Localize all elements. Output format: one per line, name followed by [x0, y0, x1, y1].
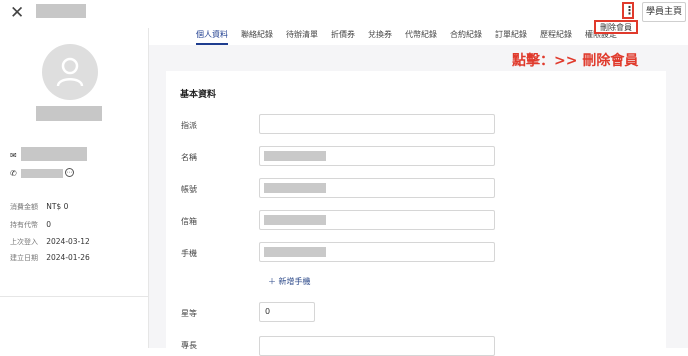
stat-value: 2024-01-26	[46, 253, 90, 262]
tab-token-log[interactable]: 代幣紀錄	[405, 27, 437, 45]
avatar	[42, 44, 98, 100]
phone-label: 手機	[181, 249, 197, 258]
member-name-redacted	[36, 106, 102, 121]
stat-spent: 消費金額 NT$ 0	[10, 202, 68, 212]
name-label: 名稱	[181, 153, 197, 162]
tab-order-log[interactable]: 訂單紀錄	[495, 27, 527, 45]
member-phone-redacted	[21, 169, 63, 178]
member-title-redacted	[36, 4, 86, 18]
tab-bar: 個人資料 聯絡紀錄 待辦清單 折價券 兌換券 代幣紀錄 合約紀錄 訂單紀錄 歷程…	[196, 27, 630, 45]
star-label: 星等	[181, 309, 197, 318]
tab-voucher[interactable]: 兌換券	[368, 27, 392, 45]
stat-value: 2024-03-12	[46, 237, 90, 246]
specialty-field[interactable]	[259, 336, 495, 356]
star-field[interactable]: 0	[259, 302, 315, 322]
close-icon[interactable]: ✕	[10, 3, 24, 23]
stat-label: 持有代幣	[10, 221, 38, 229]
assign-label: 指派	[181, 121, 197, 130]
stat-label: 消費金額	[10, 203, 38, 211]
stat-value: NT$ 0	[46, 202, 69, 211]
account-field[interactable]	[259, 178, 495, 198]
instruction-annotation: 點擊：>> 刪除會員	[512, 53, 639, 69]
stat-last-login: 上次登入 2024-03-12	[10, 237, 90, 247]
phone-field[interactable]	[259, 242, 495, 262]
email-value-redacted	[264, 215, 326, 225]
sidebar-divider	[0, 296, 148, 297]
stat-value: 0	[46, 220, 52, 229]
add-phone-button[interactable]: ＋ 新增手機	[268, 276, 311, 287]
user-icon	[56, 57, 84, 87]
student-home-button[interactable]: 學員主頁	[642, 2, 686, 22]
phone-icon: ✆	[10, 169, 17, 178]
more-options-button[interactable]: ⋮	[622, 2, 635, 19]
delete-member-menu-item[interactable]: 刪除會員	[594, 20, 638, 34]
stat-label: 建立日期	[10, 254, 38, 262]
tab-contact-log[interactable]: 聯絡紀錄	[241, 27, 273, 45]
stat-label: 上次登入	[10, 238, 38, 246]
email-field[interactable]	[259, 210, 495, 230]
email-label: 信箱	[181, 217, 197, 226]
top-bar: ✕	[0, 0, 688, 28]
phone-value-redacted	[264, 247, 326, 257]
member-email-redacted	[21, 147, 87, 161]
name-value-redacted	[264, 151, 326, 161]
account-label: 帳號	[181, 185, 197, 194]
assign-field[interactable]	[259, 114, 495, 134]
specialty-label: 專長	[181, 341, 197, 350]
account-value-redacted	[264, 183, 326, 193]
more-icon[interactable]: ⋯	[65, 168, 74, 177]
tab-profile[interactable]: 個人資料	[196, 27, 228, 45]
tab-history-log[interactable]: 歷程紀錄	[540, 27, 572, 45]
name-field[interactable]	[259, 146, 495, 166]
tab-todo[interactable]: 待辦清單	[286, 27, 318, 45]
stat-tokens: 持有代幣 0	[10, 220, 51, 230]
section-title: 基本資料	[180, 90, 217, 100]
tab-discount-coupon[interactable]: 折價券	[331, 27, 355, 45]
tab-contract-log[interactable]: 合約紀錄	[450, 27, 482, 45]
mail-icon: ✉	[10, 151, 17, 160]
stat-created-date: 建立日期 2024-01-26	[10, 253, 90, 263]
